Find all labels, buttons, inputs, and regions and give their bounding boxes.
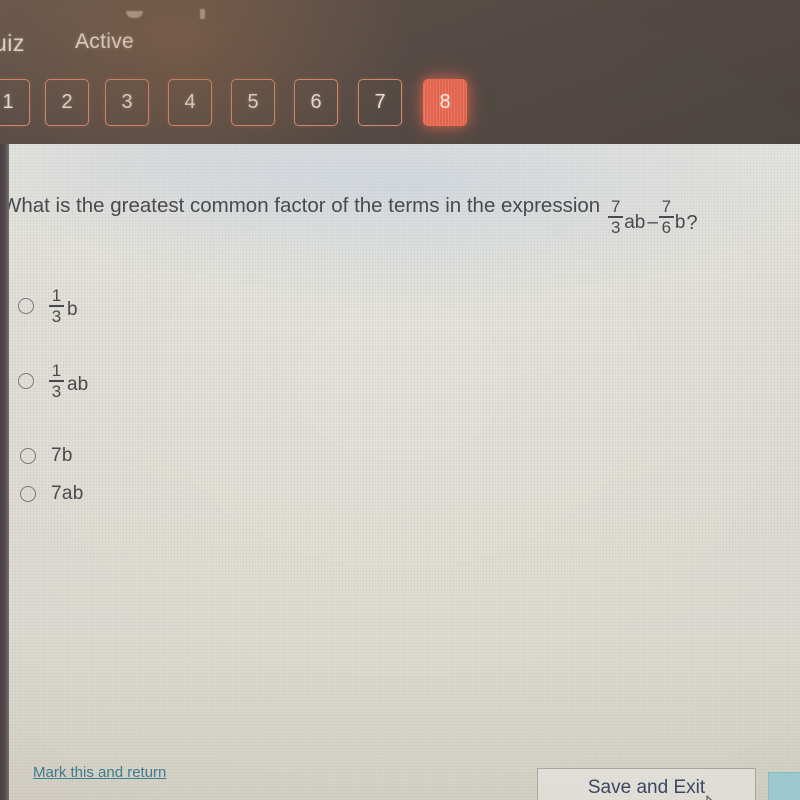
answer-option-d[interactable]: 7ab: [20, 477, 84, 511]
question-button-6[interactable]: 6: [294, 79, 338, 126]
radio-button-icon[interactable]: [20, 486, 36, 502]
save-and-exit-label: Save and Exit: [587, 777, 706, 798]
question-button-4[interactable]: 4: [168, 79, 212, 126]
expression-fraction-1-denominator: 3: [610, 217, 621, 237]
question-button-4-label: 4: [184, 91, 196, 113]
question-number-nav: 1 2 3 4 5 6 7 8: [0, 79, 800, 129]
option-b-variables: ab: [67, 374, 89, 395]
question-button-2[interactable]: 2: [45, 79, 89, 126]
question-button-3-label: 3: [121, 91, 133, 113]
question-prompt-text: What is the greatest common factor of th…: [2, 194, 601, 217]
quiz-title: uiz: [0, 30, 25, 56]
option-b-fraction: 1 3: [49, 362, 64, 400]
option-a-variables: b: [67, 299, 78, 320]
expression-fraction-2-denominator: 6: [661, 217, 672, 237]
save-and-exit-button[interactable]: Save and Exit: [537, 768, 756, 800]
option-a-numerator: 1: [51, 285, 62, 305]
answer-option-a[interactable]: 1 3 b: [18, 287, 78, 325]
question-button-1[interactable]: 1: [0, 79, 30, 126]
question-button-3[interactable]: 3: [105, 79, 149, 126]
top-bar-titles: uiz Active: [0, 30, 800, 64]
answer-option-b-body: 1 3 ab: [49, 362, 88, 400]
answer-option-a-body: 1 3 b: [49, 287, 78, 325]
left-screen-bezel: [0, 144, 9, 800]
answer-option-b[interactable]: 1 3 ab: [18, 362, 88, 400]
mark-this-and-return-link[interactable]: Mark this and return: [33, 764, 166, 781]
expression-question-mark: ?: [686, 211, 698, 234]
radio-button-icon[interactable]: [20, 448, 36, 464]
option-b-denominator: 3: [51, 381, 62, 401]
expression-fraction-1-numerator: 7: [610, 197, 621, 216]
top-bar: uiz Active 1 2 3 4 5 6 7 8: [0, 0, 800, 144]
question-button-7-label: 7: [374, 91, 386, 113]
question-prompt-row: What is the greatest common factor of th…: [0, 194, 800, 236]
question-button-6-label: 6: [310, 91, 322, 113]
screen-photo: uiz Active 1 2 3 4 5 6 7 8 What is the g…: [0, 0, 800, 800]
expression-operator: –: [647, 212, 658, 234]
question-button-2-label: 2: [61, 91, 73, 113]
partial-icon-a: [126, 11, 143, 18]
question-button-7[interactable]: 7: [358, 79, 402, 126]
option-d-text: 7ab: [51, 483, 84, 504]
option-a-denominator: 3: [51, 306, 62, 326]
question-expression: 7 3 ab – 7 6 b ?: [608, 197, 698, 238]
expression-term-2-variables: b: [674, 212, 686, 234]
partial-icon-b: [200, 9, 205, 19]
next-button[interactable]: [768, 772, 800, 800]
question-button-5[interactable]: 5: [231, 79, 275, 126]
radio-button-icon[interactable]: [18, 298, 34, 314]
option-b-numerator: 1: [51, 360, 62, 380]
radio-button-icon[interactable]: [18, 373, 34, 389]
top-bar-icon-row: [0, 6, 800, 24]
option-a-fraction: 1 3: [49, 287, 64, 325]
expression-fraction-2-numerator: 7: [661, 197, 672, 216]
quiz-content-area: What is the greatest common factor of th…: [0, 144, 800, 800]
expression-fraction-1: 7 3: [608, 197, 624, 237]
expression-term-1-variables: ab: [624, 212, 646, 234]
answer-option-c-body: 7b: [51, 445, 73, 467]
option-c-text: 7b: [51, 445, 73, 466]
quiz-status-label: Active: [75, 30, 134, 53]
question-button-8[interactable]: 8: [423, 79, 467, 126]
question-button-8-label: 8: [439, 91, 451, 113]
expression-fraction-2: 7 6: [658, 197, 674, 237]
answer-option-c[interactable]: 7b: [20, 439, 73, 473]
question-button-1-label: 1: [2, 91, 14, 113]
answer-option-d-body: 7ab: [51, 483, 84, 505]
question-button-5-label: 5: [247, 91, 259, 113]
